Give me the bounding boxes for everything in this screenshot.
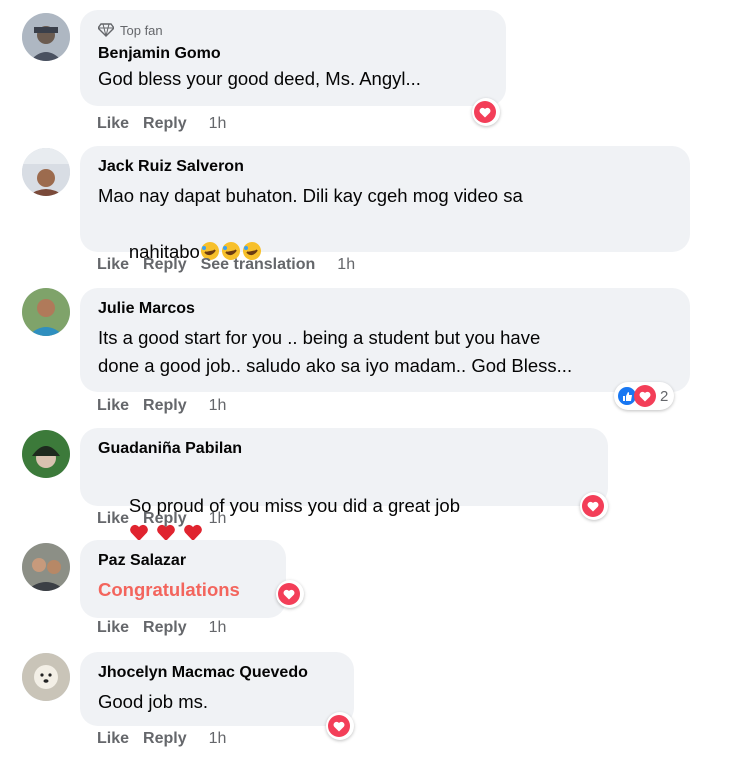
reply-button[interactable]: Reply [143, 397, 187, 415]
comment-bubble: Top fan Benjamin Gomo God bless your goo… [80, 10, 506, 106]
reaction-summary[interactable] [326, 712, 354, 740]
reply-button[interactable]: Reply [143, 510, 187, 528]
reaction-summary[interactable] [472, 98, 500, 126]
comment-bubble: Guadaniña Pabilan So proud of you miss y… [80, 428, 608, 541]
heart-reaction-icon [328, 715, 350, 737]
comment-text: Congratulations [98, 579, 240, 600]
heart-reaction-icon [474, 101, 496, 123]
comment-actions: Like Reply 1h [97, 510, 240, 528]
avatar[interactable] [22, 288, 70, 336]
timestamp[interactable]: 1h [337, 256, 355, 274]
comment-actions: Like Reply See translation 1h [97, 256, 369, 274]
like-button[interactable]: Like [97, 397, 129, 415]
top-fan-badge: Top fan [98, 21, 488, 39]
comment-text-line-2: nahitabo [98, 210, 672, 294]
avatar[interactable] [22, 543, 70, 591]
comment-text: Good job ms. [98, 691, 209, 712]
comment-bubble: Paz Salazar Congratulations [80, 540, 286, 618]
timestamp[interactable]: 1h [209, 730, 227, 748]
reaction-summary[interactable] [276, 580, 304, 608]
avatar[interactable] [22, 430, 70, 478]
reply-button[interactable]: Reply [143, 115, 187, 133]
timestamp[interactable]: 1h [209, 619, 227, 637]
reaction-summary[interactable]: 2 [614, 382, 675, 410]
comment-text: God bless your good deed, Ms. Angyl... [98, 68, 421, 89]
like-button[interactable]: Like [97, 115, 129, 133]
commenter-name[interactable]: Benjamin Gomo [98, 43, 488, 65]
reply-button[interactable]: Reply [143, 730, 187, 748]
commenter-name[interactable]: Jhocelyn Macmac Quevedo [98, 662, 336, 684]
like-button[interactable]: Like [97, 510, 129, 528]
like-button[interactable]: Like [97, 730, 129, 748]
commenter-name[interactable]: Guadaniña Pabilan [98, 438, 590, 460]
timestamp[interactable]: 1h [209, 397, 227, 415]
timestamp[interactable]: 1h [209, 510, 227, 528]
avatar[interactable] [22, 653, 70, 701]
comment-bubble: Jack Ruiz Salveron Mao nay dapat buhaton… [80, 146, 690, 262]
comment-actions: Like Reply 1h [97, 619, 240, 637]
commenter-name[interactable]: Julie Marcos [98, 298, 672, 320]
heart-reaction-icon [582, 495, 604, 517]
commenter-name[interactable]: Paz Salazar [98, 550, 268, 572]
comment-actions: Like Reply 1h [97, 397, 240, 415]
see-translation-link[interactable]: See translation [201, 256, 316, 274]
comment-text-line-1: Mao nay dapat buhaton. Dili kay cgeh mog… [98, 185, 523, 206]
reaction-count: 2 [660, 387, 669, 405]
comment-bubble: Julie Marcos Its a good start for you ..… [80, 288, 690, 392]
avatar[interactable] [22, 13, 70, 61]
comment-text-line-2: done a good job.. saludo ako sa iyo mada… [98, 355, 573, 376]
badge-label: Top fan [120, 22, 163, 38]
avatar[interactable] [22, 148, 70, 196]
diamond-icon [98, 23, 114, 37]
comment-actions: Like Reply 1h [97, 730, 240, 748]
timestamp[interactable]: 1h [209, 115, 227, 133]
heart-reaction-icon [634, 385, 656, 407]
reaction-summary[interactable] [580, 492, 608, 520]
reply-button[interactable]: Reply [143, 256, 187, 274]
heart-reaction-icon [278, 583, 300, 605]
comment-actions: Like Reply 1h [97, 115, 240, 133]
commenter-name[interactable]: Jack Ruiz Salveron [98, 156, 672, 178]
comment-text-line-1: Its a good start for you .. being a stud… [98, 327, 541, 348]
like-button[interactable]: Like [97, 256, 129, 274]
reply-button[interactable]: Reply [143, 619, 187, 637]
comment-bubble: Jhocelyn Macmac Quevedo Good job ms. [80, 652, 354, 726]
like-button[interactable]: Like [97, 619, 129, 637]
